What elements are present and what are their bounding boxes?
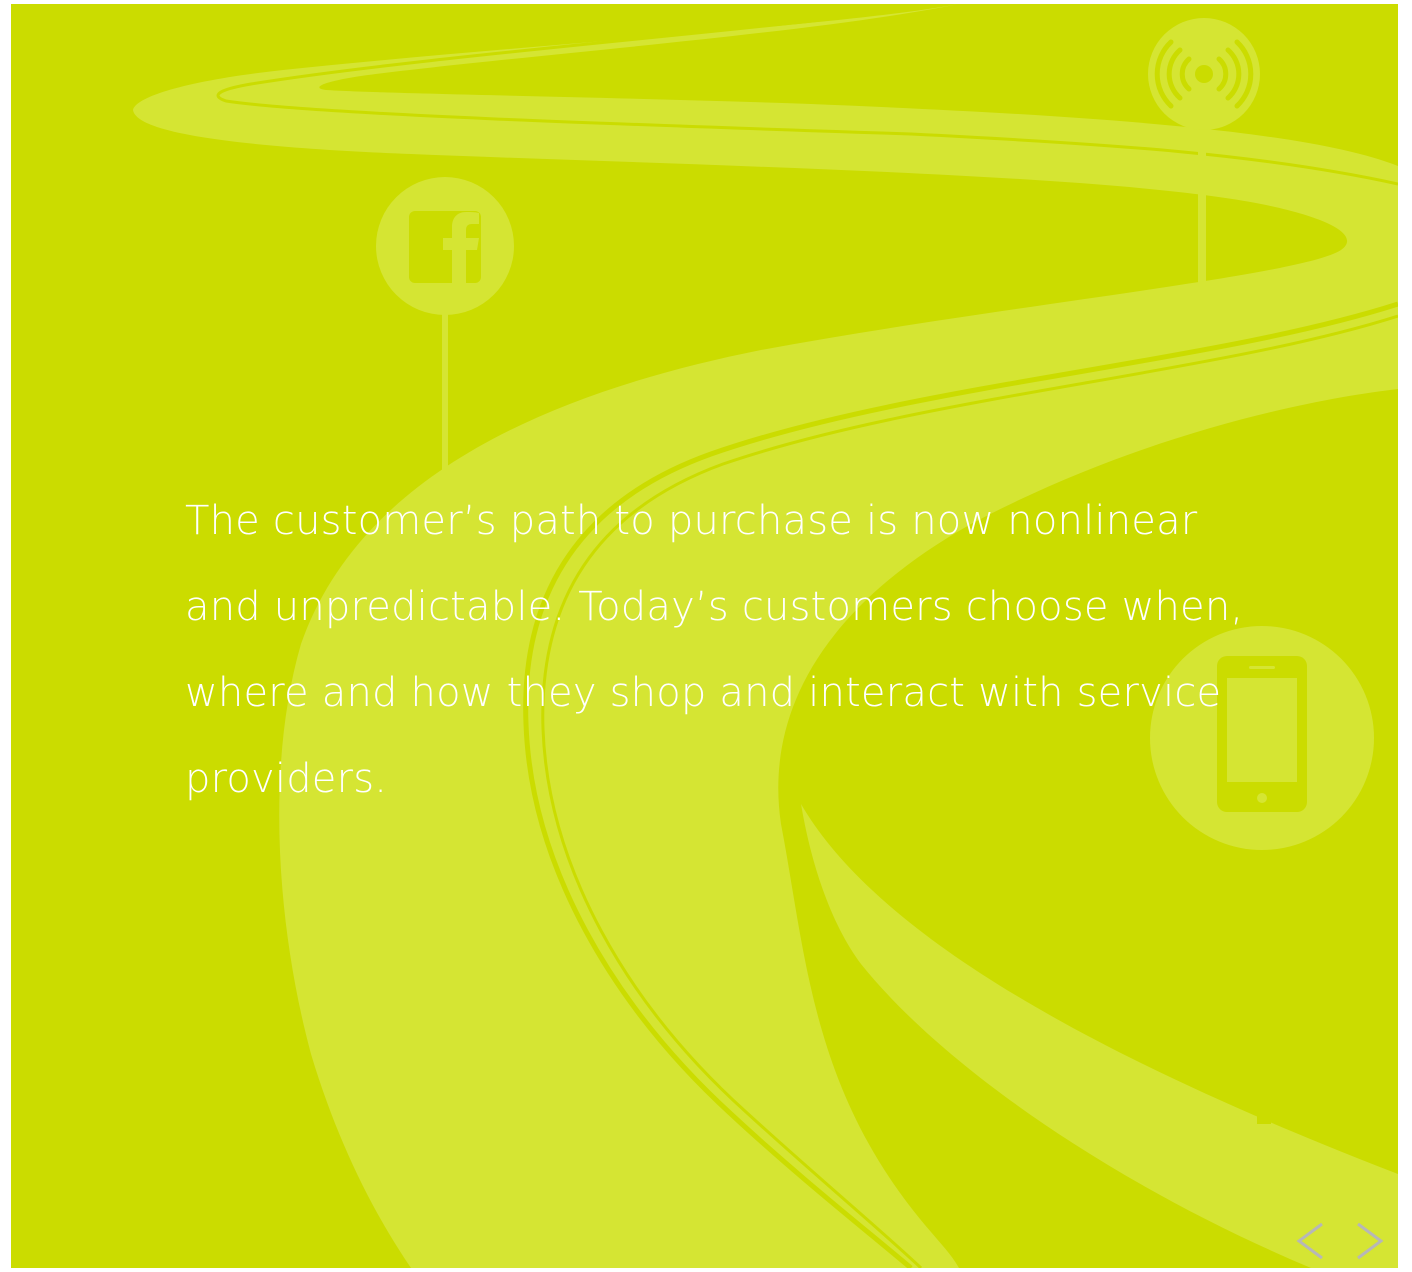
slide: The customer’s path to purchase is now n… [11, 4, 1398, 1268]
slide-caption: The customer’s path to purchase is now n… [185, 498, 1244, 802]
chevron-left-icon[interactable] [1294, 1220, 1326, 1262]
chevron-right-icon[interactable] [1354, 1220, 1386, 1262]
slide-navigation [1294, 1220, 1386, 1262]
